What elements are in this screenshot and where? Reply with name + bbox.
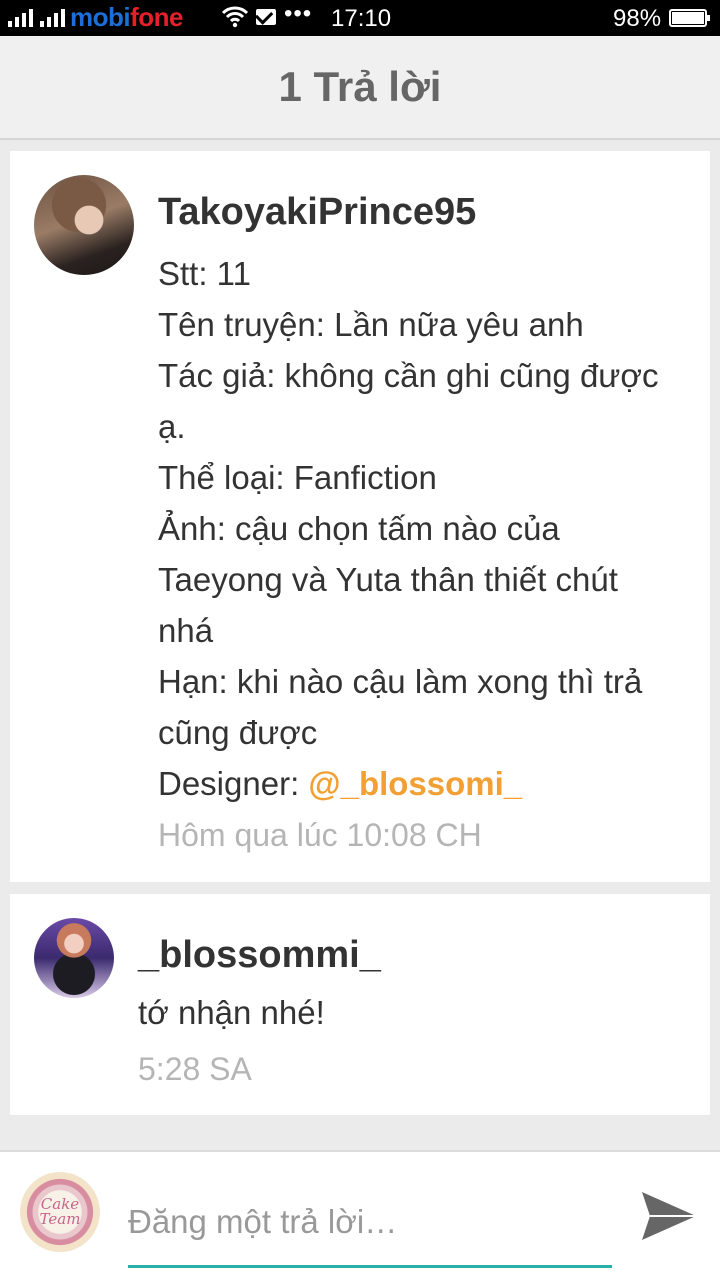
comment-line: Thể loại: Fanfiction — [158, 459, 437, 496]
battery-percent: 98% — [613, 5, 662, 32]
app-header: 1 Trả lời — [0, 36, 720, 140]
page-title: 1 Trả lời — [278, 63, 442, 110]
signal-icon — [8, 9, 33, 27]
carrier-name: mobifone — [70, 2, 183, 32]
comment-username[interactable]: TakoyakiPrince95 — [158, 191, 476, 234]
reply-input[interactable] — [128, 1192, 612, 1268]
comment-line: ạ. — [158, 408, 186, 445]
reply-username[interactable]: _blossommi_ — [138, 934, 381, 977]
more-notifications-icon: ••• — [284, 0, 313, 27]
battery-icon — [669, 9, 710, 27]
comment-line: Stt: 11 — [158, 255, 251, 292]
designer-label: Designer: — [158, 765, 309, 802]
reply-body: tớ nhận nhé! — [138, 994, 325, 1031]
reply-composer: Cake Team — [0, 1150, 720, 1280]
comment-line: nhá — [158, 612, 214, 649]
user-mention-link[interactable]: @_blossomi_ — [308, 765, 522, 802]
comment-line: Tên truyện: Lần nữa yêu anh — [158, 306, 584, 343]
clock: 17:10 — [331, 5, 392, 32]
avatar[interactable] — [34, 918, 114, 998]
reply-timestamp: 5:28 SA — [138, 1051, 252, 1087]
comment-timestamp: Hôm qua lúc 10:08 CH — [158, 817, 482, 853]
avatar[interactable] — [34, 175, 134, 275]
comment-line: Ảnh: cậu chọn tấm nào của — [158, 510, 560, 547]
reply-card: _blossommi_ tớ nhận nhé! 5:28 SA — [10, 894, 710, 1115]
comment-line: cũng được — [158, 714, 318, 751]
current-user-avatar: Cake Team — [20, 1172, 100, 1252]
avatar-logo-text: Cake Team — [39, 1195, 81, 1228]
designer-line: Designer: @_blossomi_ — [158, 758, 698, 809]
comment-body: Stt: 11 Tên truyện: Lần nữa yêu anh Tác … — [158, 248, 698, 809]
status-bar: mobifone ••• 17:10 98% — [0, 0, 720, 36]
comment-line: Hạn: khi nào cậu làm xong thì trả — [158, 663, 643, 700]
signal-icon-2 — [40, 9, 65, 27]
comment-card: TakoyakiPrince95 Stt: 11 Tên truyện: Lần… — [10, 151, 710, 882]
comment-line: Taeyong và Yuta thân thiết chút — [158, 561, 618, 598]
wifi-icon — [222, 6, 248, 28]
mail-icon — [256, 9, 276, 25]
comment-line: Tác giả: không cần ghi cũng được — [158, 357, 659, 394]
send-icon[interactable] — [638, 1188, 698, 1244]
